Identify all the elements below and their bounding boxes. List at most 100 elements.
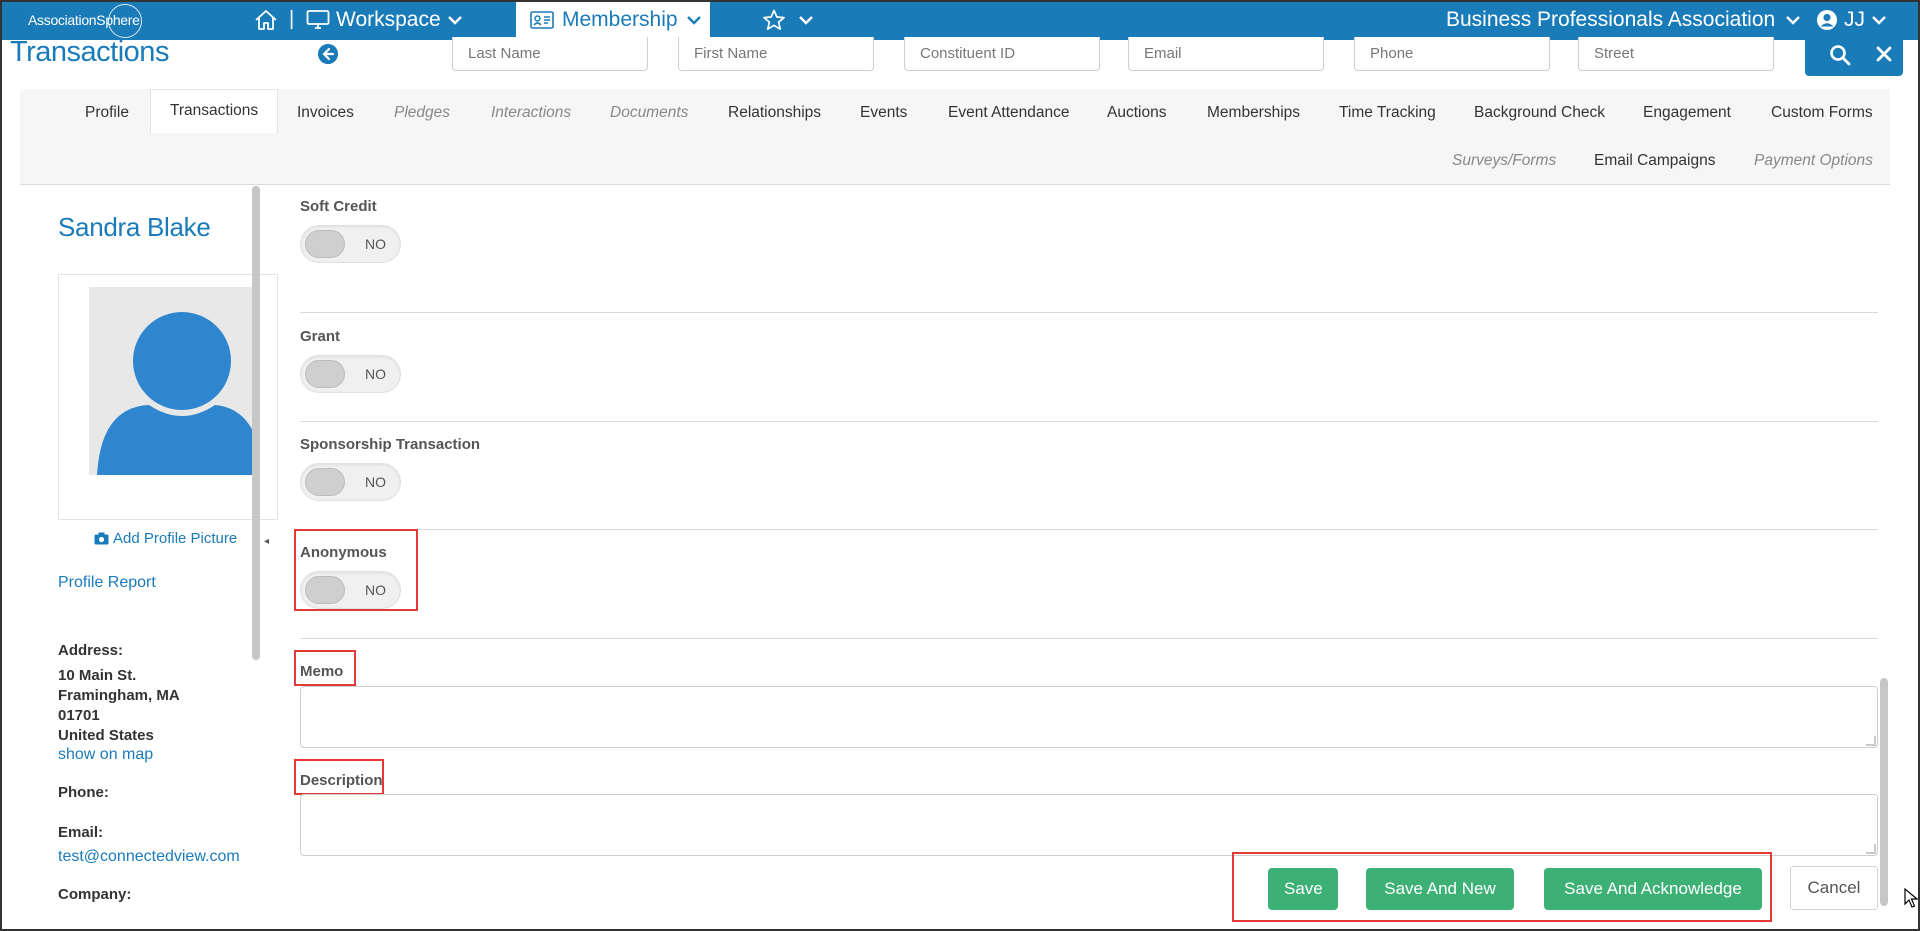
toggle-knob <box>305 576 345 604</box>
tab-profile[interactable]: Profile <box>85 104 129 122</box>
user-silhouette-icon <box>97 312 259 475</box>
tab-documents[interactable]: Documents <box>610 104 688 122</box>
resize-grip-icon[interactable] <box>1866 844 1876 854</box>
tab-background-check[interactable]: Background Check <box>1474 104 1605 122</box>
tab-payment-options[interactable]: Payment Options <box>1754 152 1873 170</box>
logo-text: AssociationSphere <box>28 12 140 28</box>
toggle-state: NO <box>365 236 386 252</box>
save-button[interactable]: Save <box>1268 868 1338 910</box>
tab-custom-forms[interactable]: Custom Forms <box>1771 104 1873 122</box>
address-line-1: 10 Main St. <box>58 667 137 684</box>
profile-sidebar: Sandra Blake Add Profile Picture Profile… <box>20 186 278 906</box>
user-menu[interactable]: JJ <box>1816 0 1887 40</box>
toggle-knob <box>305 360 345 388</box>
association-sphere-logo[interactable]: AssociationSphere <box>28 4 154 38</box>
tab-relationships[interactable]: Relationships <box>728 104 821 122</box>
id-card-icon <box>530 11 554 29</box>
close-icon[interactable] <box>1873 43 1895 65</box>
constituent-id-input[interactable] <box>904 37 1100 71</box>
phone-label: Phone: <box>58 784 109 801</box>
save-and-acknowledge-button[interactable]: Save And Acknowledge <box>1544 868 1762 910</box>
description-label: Description <box>300 772 383 789</box>
tab-interactions[interactable]: Interactions <box>491 104 571 122</box>
email-link[interactable]: test@connectedview.com <box>58 848 240 866</box>
tab-time-tracking[interactable]: Time Tracking <box>1339 104 1436 122</box>
chevron-down-icon <box>1786 16 1801 25</box>
transaction-form: Soft Credit NO Grant NO Sponsorship Tran… <box>266 186 1880 910</box>
workspace-menu[interactable]: Workspace <box>306 0 463 40</box>
add-profile-picture-label: Add Profile Picture <box>113 530 238 547</box>
email-input[interactable] <box>1128 37 1324 71</box>
sponsorship-transaction-toggle[interactable]: NO <box>300 463 401 501</box>
tab-engagement[interactable]: Engagement <box>1643 104 1731 122</box>
soft-credit-toggle[interactable]: NO <box>300 225 401 263</box>
form-scrollbar[interactable] <box>1880 678 1888 906</box>
address-line-3: 01701 <box>58 707 100 724</box>
membership-label: Membership <box>562 8 678 31</box>
tab-invoices[interactable]: Invoices <box>297 104 354 122</box>
tab-surveys-forms[interactable]: Surveys/Forms <box>1452 152 1556 170</box>
constituent-name: Sandra Blake <box>58 212 211 242</box>
grant-label: Grant <box>300 328 341 345</box>
resize-grip-icon[interactable] <box>1866 736 1876 746</box>
cancel-button[interactable]: Cancel <box>1790 866 1878 910</box>
top-nav-bar: AssociationSphere | Workspace Membership <box>0 0 1920 40</box>
sponsorship-transaction-label: Sponsorship Transaction <box>300 436 481 453</box>
membership-menu[interactable]: Membership <box>516 0 710 40</box>
email-label: Email: <box>58 824 104 841</box>
grant-toggle[interactable]: NO <box>300 355 401 393</box>
memo-label: Memo <box>300 663 344 680</box>
organization-menu[interactable]: Business Professionals Association <box>1446 0 1801 40</box>
chevron-down-icon <box>686 16 701 25</box>
address-line-4: United States <box>58 727 154 744</box>
divider <box>300 421 1878 422</box>
toggle-state: NO <box>365 474 386 490</box>
anonymous-toggle[interactable]: NO <box>300 571 401 609</box>
record-tabs: Profile Transactions Invoices Pledges In… <box>20 89 1890 185</box>
toggle-state: NO <box>365 366 386 382</box>
search-actions <box>1805 36 1903 76</box>
chevron-down-icon <box>447 16 462 25</box>
monitor-icon <box>306 10 330 29</box>
tab-event-attendance[interactable]: Event Attendance <box>948 104 1070 122</box>
search-icon[interactable] <box>1829 44 1851 66</box>
profile-report-link[interactable]: Profile Report <box>58 574 156 592</box>
street-input[interactable] <box>1578 37 1774 71</box>
tab-auctions[interactable]: Auctions <box>1107 104 1166 122</box>
mouse-cursor-icon <box>1904 888 1918 908</box>
avatar <box>89 287 259 475</box>
divider <box>300 312 1878 313</box>
page-title: Transactions <box>10 36 169 68</box>
sidebar-scrollbar[interactable] <box>252 186 260 660</box>
phone-input[interactable] <box>1354 37 1550 71</box>
company-label: Company: <box>58 886 132 903</box>
address-line-2: Framingham, MA <box>58 687 180 704</box>
last-name-input[interactable] <box>452 37 648 71</box>
tab-memberships[interactable]: Memberships <box>1207 104 1300 122</box>
divider <box>300 638 1878 639</box>
save-and-new-button[interactable]: Save And New <box>1366 868 1514 910</box>
address-block: 10 Main St. Framingham, MA 01701 United … <box>58 666 180 746</box>
tab-email-campaigns[interactable]: Email Campaigns <box>1594 152 1715 170</box>
workspace-label: Workspace <box>336 8 441 31</box>
add-profile-picture-link[interactable]: Add Profile Picture <box>94 530 237 547</box>
tab-transactions[interactable]: Transactions <box>150 89 279 133</box>
favorites-menu[interactable] <box>762 0 814 40</box>
user-circle-icon <box>1817 10 1837 30</box>
chevron-down-icon <box>1872 16 1886 25</box>
toggle-state: NO <box>365 582 386 598</box>
soft-credit-label: Soft Credit <box>300 198 377 215</box>
tab-events[interactable]: Events <box>860 104 907 122</box>
toggle-knob <box>305 468 345 496</box>
toggle-knob <box>305 230 345 258</box>
star-icon <box>763 9 785 31</box>
tab-pledges[interactable]: Pledges <box>394 104 450 122</box>
first-name-input[interactable] <box>678 37 874 71</box>
back-arrow-icon[interactable] <box>318 44 338 64</box>
show-on-map-link[interactable]: show on map <box>58 746 153 764</box>
nav-separator: | <box>289 8 295 30</box>
home-icon[interactable] <box>254 9 278 31</box>
memo-textarea[interactable] <box>300 686 1878 748</box>
profile-picture-frame <box>58 274 278 520</box>
description-textarea[interactable] <box>300 794 1878 856</box>
